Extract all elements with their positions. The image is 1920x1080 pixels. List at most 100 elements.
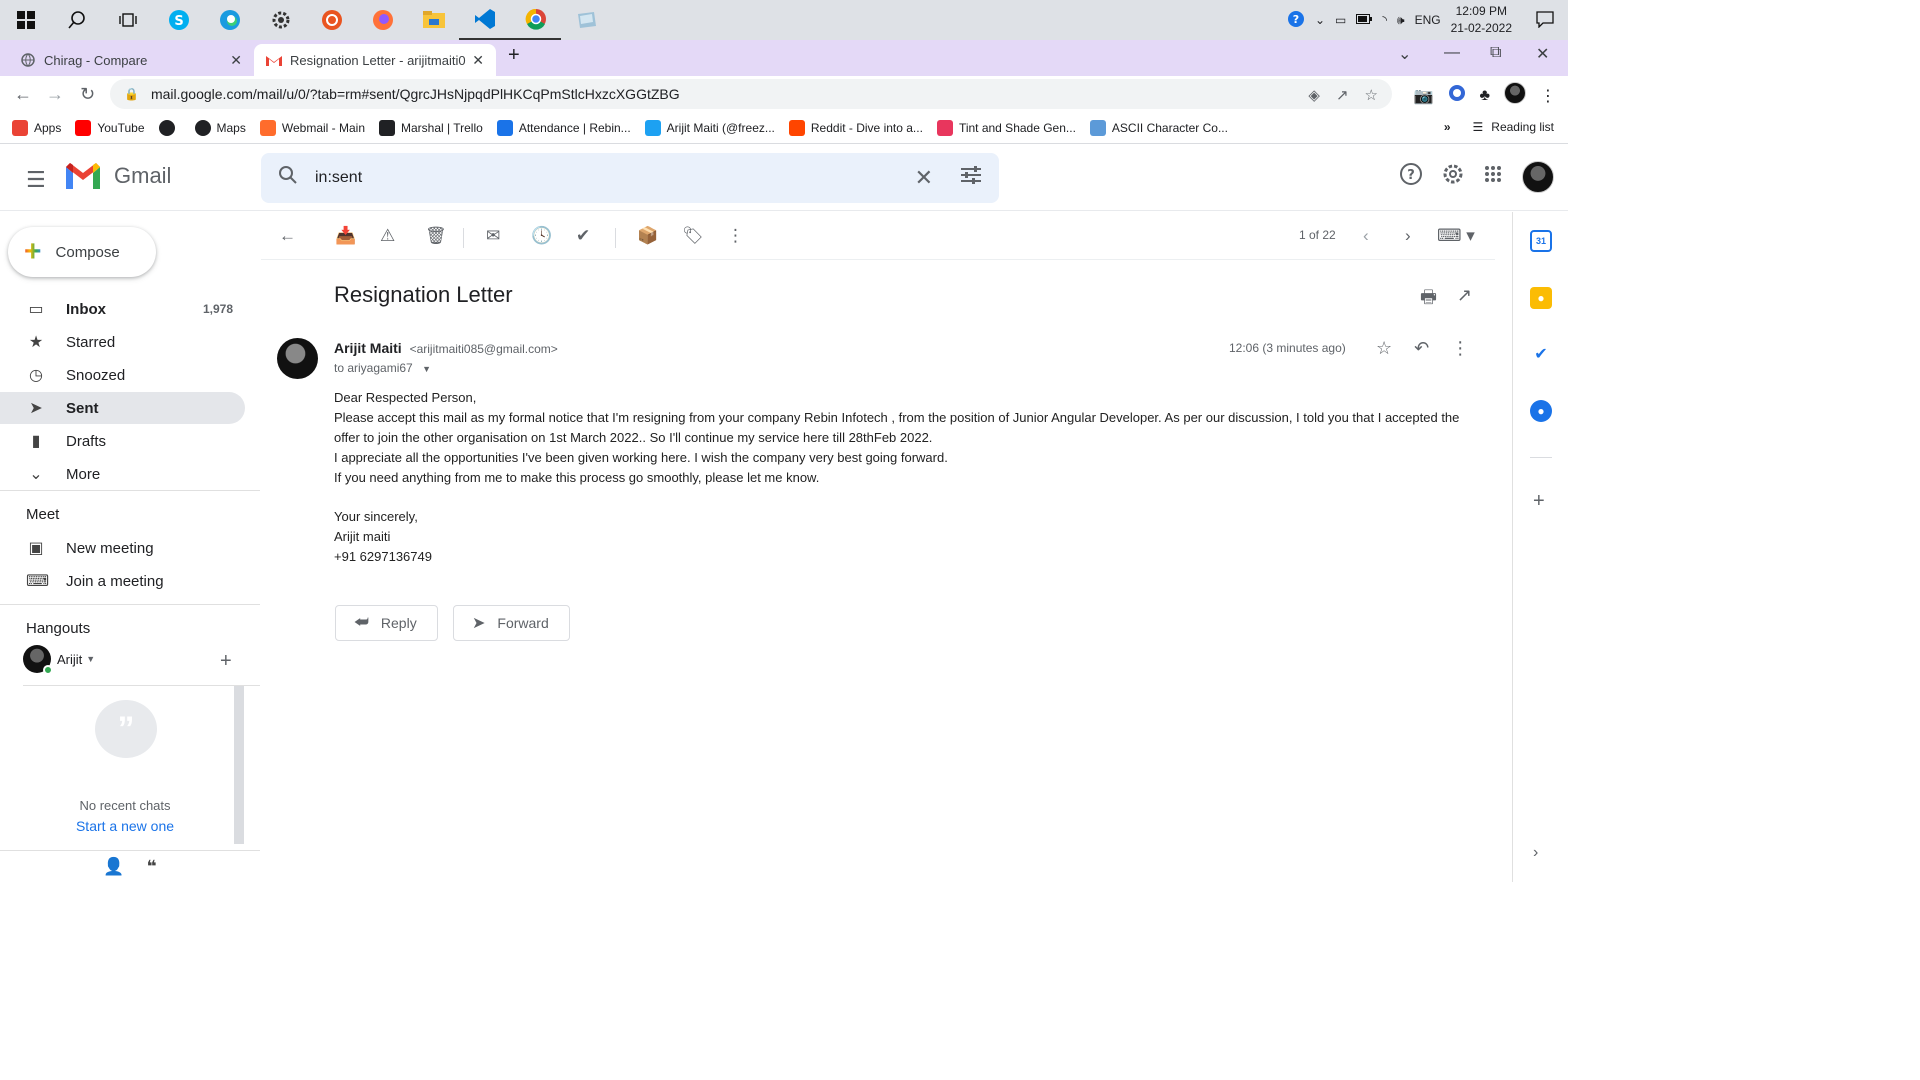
archive-icon[interactable]: 📥: [335, 226, 356, 246]
share-icon[interactable]: ↗: [1336, 86, 1349, 104]
bookmark-item[interactable]: Reddit - Dive into a...: [788, 119, 923, 136]
bookmark-star-icon[interactable]: ☆: [1365, 86, 1378, 104]
sender-name[interactable]: Arijit Maiti: [334, 340, 402, 356]
clear-search-icon[interactable]: ✕: [915, 165, 933, 191]
camera-icon[interactable]: 📷: [1414, 86, 1434, 106]
google-apps-icon[interactable]: [1484, 165, 1502, 189]
notification-icon[interactable]: [1536, 10, 1554, 31]
file-explorer-icon[interactable]: [408, 0, 459, 40]
address-bar[interactable]: 🔒 mail.google.com/mail/u/0/?tab=rm#sent/…: [110, 79, 1392, 109]
add-to-tasks-icon[interactable]: ✔: [576, 226, 590, 246]
search-options-icon[interactable]: [961, 166, 981, 190]
new-tab-button[interactable]: +: [508, 44, 520, 67]
settings-gear-icon[interactable]: [1442, 163, 1464, 191]
chevron-up-icon[interactable]: ⌄: [1315, 13, 1325, 27]
bookmark-item[interactable]: YouTube: [75, 119, 145, 136]
recipient-line[interactable]: to ariyagami67 ▼: [334, 361, 431, 375]
bookmark-item[interactable]: Apps: [12, 119, 61, 136]
contacts-icon[interactable]: ●: [1530, 400, 1552, 422]
reading-list-button[interactable]: ☰ Reading list: [1473, 120, 1554, 134]
bookmark-item[interactable]: Tint and Shade Gen...: [936, 119, 1076, 136]
open-new-window-icon[interactable]: ↗: [1457, 285, 1472, 315]
more-options-icon[interactable]: ⋮: [727, 226, 744, 246]
reload-icon[interactable]: ↻: [80, 84, 95, 105]
join-meeting-item[interactable]: ⌨ Join a meeting: [0, 565, 245, 597]
extension-circle-icon[interactable]: [1448, 84, 1466, 107]
keep-icon[interactable]: ●: [1530, 287, 1552, 309]
sidebar-item-snoozed[interactable]: ◷ Snoozed: [0, 359, 245, 391]
tab-chirag-compare[interactable]: Chirag - Compare ✕: [8, 44, 254, 76]
tab-search-icon[interactable]: ⌄: [1398, 44, 1411, 64]
sidebar-item-inbox[interactable]: ▭ Inbox 1,978: [0, 293, 245, 325]
support-help-icon[interactable]: ?: [1400, 163, 1422, 191]
reply-button[interactable]: ⮨ Reply: [335, 605, 438, 641]
sidebar-item-drafts[interactable]: ▮ Drafts: [0, 425, 245, 457]
search-icon[interactable]: [279, 166, 297, 190]
delete-icon[interactable]: 🗑: [425, 226, 447, 246]
search-icon[interactable]: [51, 0, 102, 40]
device-icon[interactable]: ▭: [1335, 13, 1346, 27]
clock[interactable]: 12:09 PM 21-02-2022: [1451, 3, 1512, 37]
lock-icon[interactable]: 🔒: [124, 87, 139, 101]
ubuntu-icon[interactable]: [306, 0, 357, 40]
bookmark-item[interactable]: Maps: [194, 119, 246, 136]
sidebar-item-sent[interactable]: ➤ Sent: [0, 392, 245, 424]
input-tools-icon[interactable]: ⌨ ▾: [1437, 226, 1475, 246]
profile-avatar[interactable]: [1504, 82, 1526, 109]
mark-unread-icon[interactable]: ✉: [486, 226, 500, 246]
notes-app-icon[interactable]: [561, 0, 612, 40]
caret-down-icon[interactable]: ▼: [86, 654, 95, 664]
tracking-icon[interactable]: ◈: [1308, 86, 1320, 104]
calendar-icon[interactable]: 31: [1530, 230, 1552, 252]
minimize-button[interactable]: —: [1444, 44, 1460, 62]
sender-avatar[interactable]: [277, 338, 318, 379]
hangouts-quote-icon[interactable]: ❝: [147, 857, 157, 877]
show-details-caret-icon[interactable]: ▼: [422, 364, 431, 374]
sidebar-item-more[interactable]: ⌄ More: [0, 458, 245, 490]
compose-button[interactable]: + Compose: [8, 227, 156, 277]
puzzle-icon[interactable]: ♣: [1480, 87, 1491, 105]
chat-scrollbar[interactable]: [234, 686, 244, 844]
battery-icon[interactable]: [1356, 13, 1373, 27]
sidebar-item-starred[interactable]: ★ Starred: [0, 326, 245, 358]
bookmark-item[interactable]: ASCII Character Co...: [1089, 119, 1228, 136]
search-input[interactable]: in:sent: [315, 169, 915, 187]
mail-search-bar[interactable]: in:sent ✕: [261, 153, 999, 203]
bookmark-item[interactable]: Marshal | Trello: [379, 119, 483, 136]
settings-gear-icon[interactable]: [255, 0, 306, 40]
report-spam-icon[interactable]: ⚠: [380, 226, 395, 246]
close-tab-icon[interactable]: ✕: [230, 52, 242, 69]
print-icon[interactable]: 🖶: [1420, 285, 1437, 315]
windows-start-icon[interactable]: [0, 0, 51, 40]
start-new-chat-link[interactable]: Start a new one: [0, 818, 250, 834]
hangouts-user[interactable]: Arijit ▼: [23, 645, 95, 675]
language-indicator[interactable]: ENG: [1415, 13, 1441, 27]
gmail-logo[interactable]: Gmail: [66, 163, 171, 189]
tab-resignation-letter[interactable]: Resignation Letter - arijitmaiti085 ✕: [254, 44, 496, 76]
wifi-icon[interactable]: ◝: [1382, 13, 1387, 27]
bookmark-item[interactable]: Attendance | Rebin...: [496, 119, 631, 136]
close-tab-icon[interactable]: ✕: [472, 52, 484, 69]
account-avatar[interactable]: [1522, 161, 1554, 193]
person-icon[interactable]: 👤: [103, 857, 124, 877]
back-arrow-icon[interactable]: ←: [14, 84, 32, 105]
close-window-button[interactable]: ✕: [1536, 44, 1549, 64]
forward-button[interactable]: ➤ Forward: [453, 605, 570, 641]
back-to-sent-icon[interactable]: ←: [279, 226, 296, 246]
bookmark-item[interactable]: [158, 119, 181, 136]
label-icon[interactable]: 🏷: [682, 226, 704, 246]
snooze-clock-icon[interactable]: 🕓: [531, 226, 552, 246]
task-view-icon[interactable]: [102, 0, 153, 40]
volume-icon[interactable]: 🕪: [1397, 13, 1405, 28]
kebab-menu-icon[interactable]: ⋮: [1540, 86, 1556, 106]
edge-icon[interactable]: [204, 0, 255, 40]
url-text[interactable]: mail.google.com/mail/u/0/?tab=rm#sent/Qg…: [151, 86, 680, 102]
more-message-options-icon[interactable]: ⋮: [1451, 338, 1469, 359]
newer-chevron-icon[interactable]: ‹: [1363, 226, 1369, 246]
chrome-icon[interactable]: [510, 0, 561, 40]
firefox-icon[interactable]: [357, 0, 408, 40]
vscode-icon[interactable]: [459, 0, 510, 40]
forward-arrow-icon[interactable]: →: [46, 84, 64, 105]
new-conversation-icon[interactable]: +: [220, 650, 232, 673]
star-icon[interactable]: ☆: [1376, 338, 1392, 359]
